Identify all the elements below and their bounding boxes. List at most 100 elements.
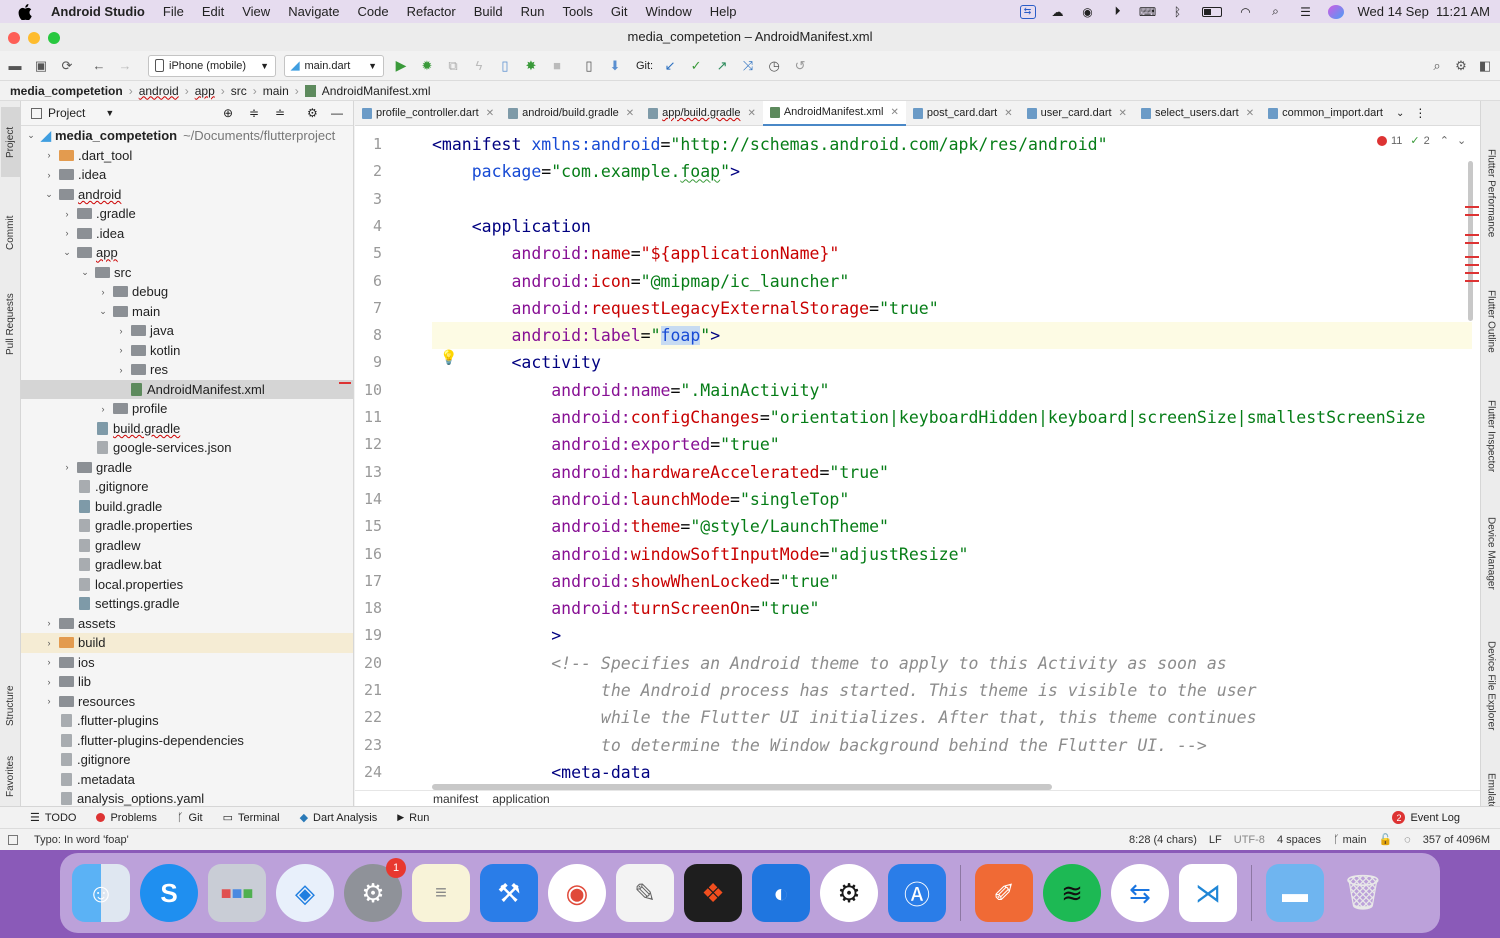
tree-item[interactable]: › ios — [21, 653, 353, 673]
collapsed-arrow-icon[interactable]: › — [43, 150, 55, 160]
git-branch[interactable]: ᚴ main — [1327, 834, 1373, 846]
favorites-tool-tab[interactable]: Favorites — [1, 751, 20, 801]
menu-git[interactable]: Git — [602, 4, 637, 19]
error-stripe[interactable] — [1465, 206, 1479, 296]
tree-item[interactable]: .flutter-plugins-dependencies — [21, 731, 353, 751]
stop-icon[interactable]: ■ — [544, 55, 570, 77]
spotlight-search-icon[interactable]: ⌕ — [1268, 4, 1284, 19]
device-selector[interactable]: iPhone (mobile) ▼ — [148, 54, 276, 77]
zoom-window-button[interactable] — [48, 32, 60, 44]
tree-root[interactable]: ⌄ ◢ media_competetion ~/Documents/flutte… — [21, 126, 353, 146]
tree-item[interactable]: › kotlin — [21, 341, 353, 361]
code-line[interactable]: android:launchMode="singleTop" — [432, 486, 849, 513]
git-pull-requests-icon[interactable]: ⤨ — [735, 55, 761, 77]
tree-item[interactable]: build.gradle — [21, 497, 353, 517]
expand-arrow-icon[interactable]: ⌄ — [61, 247, 73, 258]
structure-tool-tab[interactable]: Structure — [1, 671, 20, 741]
code-line[interactable]: android:exported="true" — [432, 431, 780, 458]
collapsed-arrow-icon[interactable]: › — [97, 404, 109, 414]
spotify-icon[interactable]: ≋ — [1043, 864, 1101, 922]
menu-app-name[interactable]: Android Studio — [42, 4, 154, 19]
notes-icon[interactable]: ≡ — [412, 864, 470, 922]
tree-item[interactable]: › build — [21, 633, 353, 653]
tree-item[interactable]: › java — [21, 321, 353, 341]
chrome-icon[interactable]: ◉ — [548, 864, 606, 922]
settings-gear-icon[interactable]: ⚙ — [307, 106, 318, 120]
code-line[interactable]: while the Flutter UI initializes. After … — [432, 704, 1257, 731]
run-icon[interactable]: ▶ — [388, 55, 414, 77]
git-rollback-icon[interactable]: ↺ — [787, 55, 813, 77]
git-push-icon[interactable]: ↗ — [709, 55, 735, 77]
tree-item[interactable]: settings.gradle — [21, 594, 353, 614]
breadcrumb-src[interactable]: src — [231, 84, 247, 98]
hot-reload-icon[interactable]: ϟ — [466, 55, 492, 77]
collapsed-arrow-icon[interactable]: › — [43, 677, 55, 687]
chevron-up-icon[interactable]: ⌃ — [1440, 134, 1449, 147]
code-line[interactable]: android:windowSoftInputMode="adjustResiz… — [432, 541, 968, 568]
bluetooth-icon[interactable]: ᛒ — [1170, 5, 1186, 19]
breadcrumb-main[interactable]: main — [263, 84, 289, 98]
tab-post-card[interactable]: post_card.dart ✕ — [906, 101, 1020, 126]
code-line[interactable]: android:configChanges="orientation|keybo… — [432, 404, 1425, 431]
tree-item[interactable]: ⌄ app — [21, 243, 353, 263]
tree-item[interactable]: gradlew.bat — [21, 555, 353, 575]
collapsed-arrow-icon[interactable]: › — [61, 209, 73, 219]
menu-build[interactable]: Build — [465, 4, 512, 19]
save-icon[interactable]: ▣ — [28, 55, 54, 77]
vscode-icon[interactable]: ⋊ — [1179, 864, 1237, 922]
tree-item[interactable]: › debug — [21, 282, 353, 302]
code-line[interactable]: to determine the Window background behin… — [432, 732, 1207, 759]
breadcrumb-project[interactable]: media_competetion — [10, 84, 123, 98]
hide-panel-icon[interactable]: — — [331, 106, 343, 120]
code-line[interactable]: package="com.example.foap"> — [432, 158, 740, 185]
menu-help[interactable]: Help — [701, 4, 746, 19]
expand-arrow-icon[interactable]: ⌄ — [79, 267, 91, 278]
dart-analysis-tab[interactable]: ◆ Dart Analysis — [290, 811, 388, 825]
code-line[interactable]: android:name=".MainActivity" — [432, 377, 829, 404]
device-file-icon[interactable]: ▯ — [492, 55, 518, 77]
caret-position[interactable]: 8:28 (4 chars) — [1123, 834, 1203, 846]
code-line[interactable]: <application — [432, 213, 591, 240]
run-tab[interactable]: ▶ Run — [387, 812, 439, 824]
tree-item[interactable]: › .idea — [21, 165, 353, 185]
terminal-tab[interactable]: ▭ Terminal — [213, 811, 290, 825]
lock-icon[interactable]: 🔓 — [1378, 833, 1392, 846]
git-history-icon[interactable]: ◷ — [761, 55, 787, 77]
tree-item[interactable]: › gradle — [21, 458, 353, 478]
tree-item[interactable]: › .dart_tool — [21, 146, 353, 166]
android-bug-icon[interactable]: ✸ — [518, 55, 544, 77]
menu-window[interactable]: Window — [636, 4, 700, 19]
editor-breadcrumb-application[interactable]: application — [492, 792, 549, 806]
avd-manager-icon[interactable]: ▯ — [576, 55, 602, 77]
app-store-icon[interactable]: Ⓐ — [888, 864, 946, 922]
indent-setting[interactable]: 4 spaces — [1271, 834, 1327, 846]
lightbulb-icon[interactable]: 💡 — [440, 349, 457, 365]
tree-item[interactable]: gradle.properties — [21, 516, 353, 536]
event-log-tab[interactable]: 2 Event Log — [1382, 811, 1470, 824]
git-commit-icon[interactable]: ✓ — [683, 55, 709, 77]
tab-select-users[interactable]: select_users.dart ✕ — [1134, 101, 1261, 126]
close-window-button[interactable] — [8, 32, 20, 44]
device-manager-tab[interactable]: Device Manager — [1482, 506, 1500, 601]
close-tab-icon[interactable]: ✕ — [626, 108, 634, 119]
git-update-icon[interactable]: ↙ — [657, 55, 683, 77]
chevron-down-icon[interactable]: ▼ — [105, 108, 114, 118]
code-line[interactable]: android:hardwareAccelerated="true" — [432, 459, 889, 486]
flutter-outline-tab[interactable]: Flutter Outline — [1482, 276, 1500, 366]
tree-item[interactable]: .metadata — [21, 770, 353, 790]
tree-item[interactable]: google-services.json — [21, 438, 353, 458]
tree-item[interactable]: ⌄ src — [21, 263, 353, 283]
close-tab-icon[interactable]: ✕ — [1004, 108, 1012, 119]
sync-icon[interactable]: ⟳ — [54, 55, 80, 77]
commit-tool-tab[interactable]: Commit — [1, 203, 20, 263]
expand-arrow-icon[interactable]: ⌄ — [25, 130, 37, 141]
close-tab-icon[interactable]: ✕ — [1119, 108, 1127, 119]
collapsed-arrow-icon[interactable]: › — [115, 345, 127, 355]
project-panel-title[interactable]: Project — [48, 106, 85, 120]
attach-debugger-icon[interactable]: ⧉ — [440, 55, 466, 77]
teamviewer-icon[interactable]: ⇆ — [1111, 864, 1169, 922]
code-line[interactable]: android:label="foap"> — [432, 322, 1472, 350]
tree-item[interactable]: › .gradle — [21, 204, 353, 224]
tree-item[interactable]: .gitignore — [21, 477, 353, 497]
file-encoding[interactable]: UTF-8 — [1228, 834, 1271, 846]
